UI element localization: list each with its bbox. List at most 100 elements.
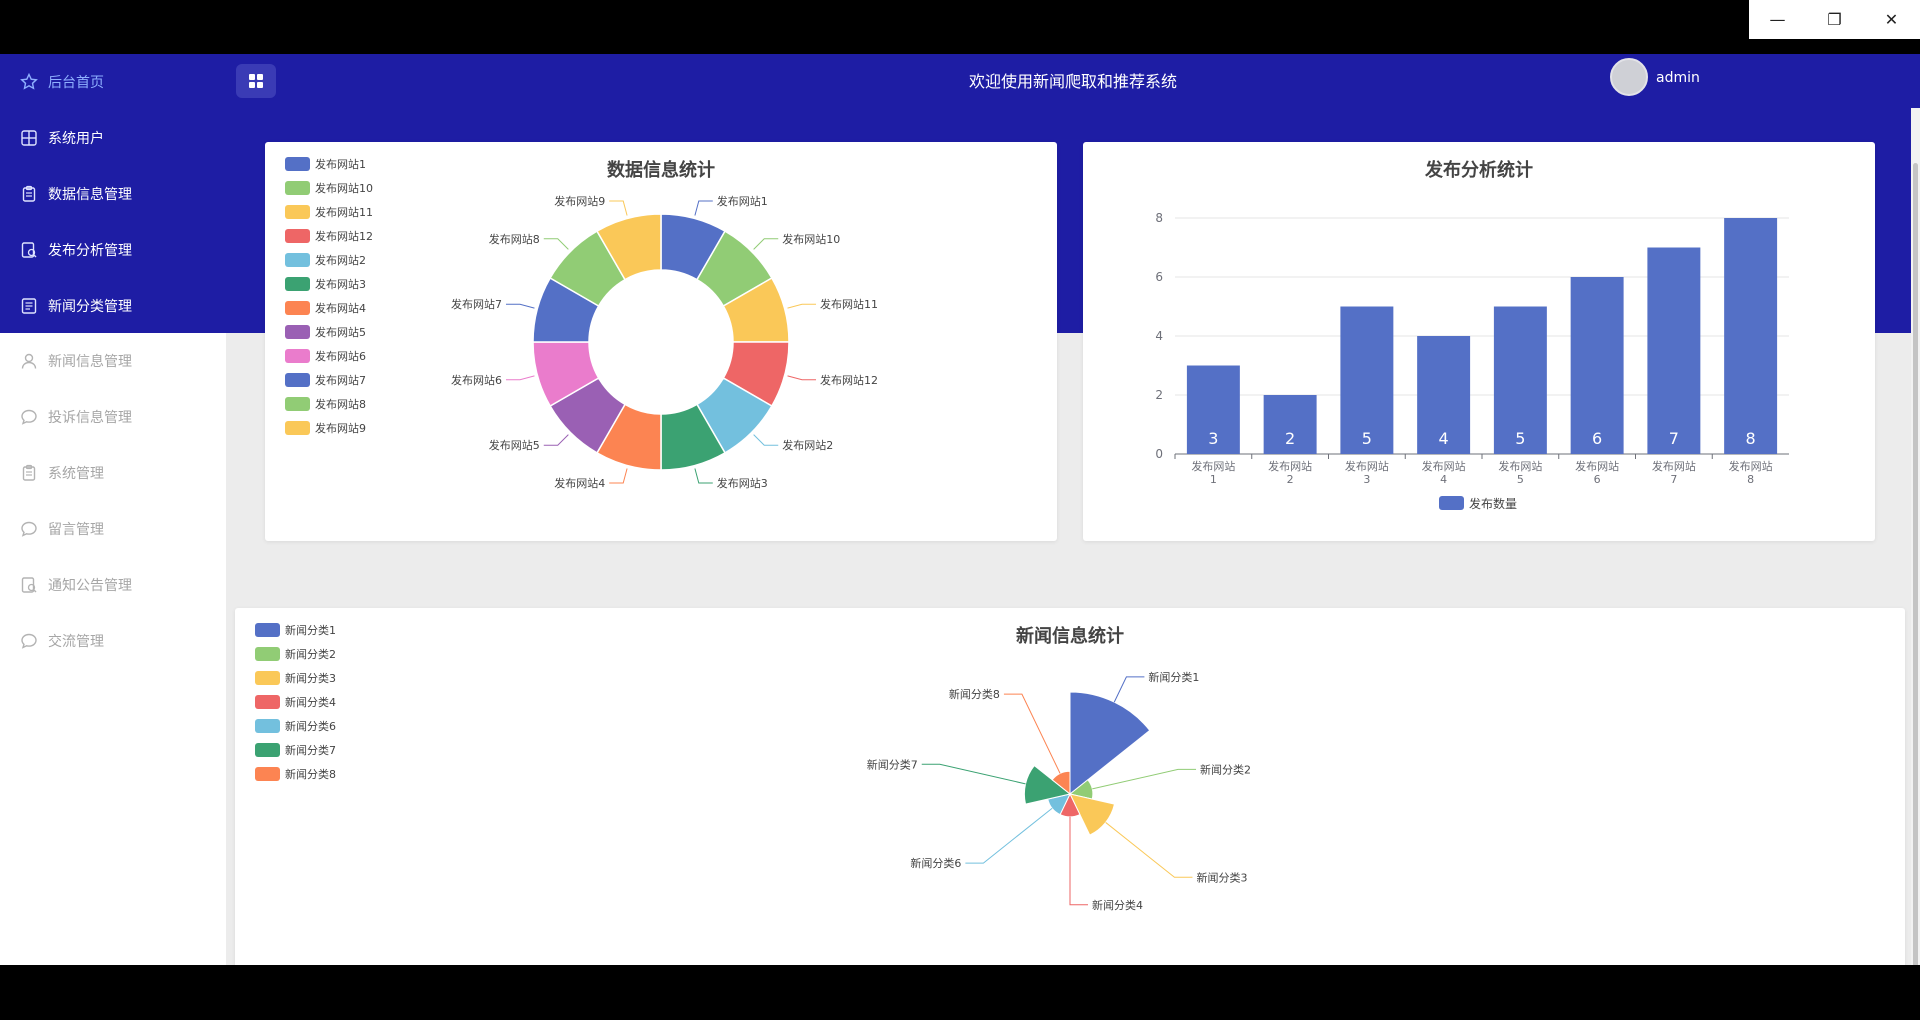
- slice-label: 发布网站3: [717, 476, 768, 490]
- slice-label: 新闻分类8: [949, 687, 1000, 701]
- screen-bottom-bar: [0, 965, 1920, 1020]
- sidebar-item-label: 新闻分类管理: [48, 299, 132, 315]
- sidebar-item-label: 投诉信息管理: [48, 410, 132, 426]
- sidebar-item-3[interactable]: 数据信息管理: [0, 166, 226, 222]
- clipboard-icon: [20, 185, 38, 203]
- slice-label: 发布网站8: [489, 232, 540, 246]
- chat-icon: [20, 408, 38, 426]
- slice-label: 发布网站1: [717, 194, 768, 208]
- label-leader-line: [1003, 693, 1061, 774]
- x-tick-label: 4: [1440, 473, 1447, 486]
- bar[interactable]: [1647, 247, 1701, 455]
- label-leader-line: [609, 200, 628, 216]
- x-tick-label: 发布网站: [1575, 459, 1619, 473]
- sidebar-item-label: 通知公告管理: [48, 578, 132, 594]
- app-root: 欢迎使用新闻爬取和推荐系统 admin 后台首页 系统用户 数据信息管理 发布分析管理…: [0, 54, 1920, 965]
- x-tick-label: 发布网站: [1729, 459, 1773, 473]
- label-leader-line: [921, 763, 1026, 785]
- sidebar-item-label: 系统用户: [48, 131, 104, 147]
- slice-label: 发布网站11: [820, 297, 878, 311]
- doc-search-icon: [20, 576, 38, 594]
- label-leader-line: [543, 238, 569, 250]
- sidebar: 后台首页系统用户数据信息管理 发布分析管理 新闻分类管理 新闻信息管理 投诉信息管理系…: [0, 54, 226, 965]
- slice-label: 发布网站4: [554, 476, 605, 490]
- bar-value-label: 8: [1746, 429, 1756, 448]
- window-controls: — ❐ ✕: [1749, 0, 1920, 39]
- slice-label: 新闻分类3: [1196, 870, 1247, 884]
- label-leader-line: [787, 375, 817, 381]
- bar[interactable]: [1570, 277, 1624, 454]
- sidebar-item-label: 数据信息管理: [48, 187, 132, 203]
- bar-value-label: 6: [1592, 429, 1602, 448]
- bar-value-label: 5: [1362, 429, 1372, 448]
- avatar[interactable]: [1610, 58, 1648, 96]
- donut-chart: 发布网站1 发布网站10 发布网站11 发布网站12 发布网站2 发布网站3 发布网站4 发布…: [451, 194, 878, 490]
- y-tick-label: 6: [1155, 270, 1163, 284]
- slice-label: 发布网站10: [782, 232, 840, 246]
- bar-value-label: 7: [1669, 429, 1679, 448]
- label-leader-line: [753, 238, 779, 250]
- x-tick-label: 6: [1594, 473, 1601, 486]
- x-tick-label: 发布网站: [1191, 459, 1235, 473]
- user-icon: [20, 352, 38, 370]
- x-tick-label: 3: [1363, 473, 1370, 486]
- label-leader-line: [505, 375, 535, 381]
- slice-label: 发布网站5: [489, 438, 540, 452]
- label-leader-line: [694, 200, 713, 216]
- username[interactable]: admin: [1656, 70, 1700, 86]
- label-leader-line: [1113, 676, 1145, 703]
- sidebar-item-2[interactable]: 系统用户: [0, 110, 226, 166]
- legend-label: 发布数量: [1469, 496, 1517, 511]
- sidebar-item-6[interactable]: 新闻信息管理: [0, 333, 226, 389]
- sidebar-item-11[interactable]: 交流管理: [0, 613, 226, 669]
- label-leader-line: [1105, 822, 1193, 878]
- y-tick-label: 4: [1155, 329, 1163, 343]
- minimize-icon[interactable]: —: [1749, 0, 1806, 39]
- legend-swatch[interactable]: [1439, 496, 1464, 510]
- x-tick-label: 发布网站: [1345, 459, 1389, 473]
- clipboard-icon: [20, 464, 38, 482]
- x-tick-label: 7: [1670, 473, 1677, 486]
- slice-label: 发布网站12: [820, 373, 878, 387]
- doc-list-icon: [20, 297, 38, 315]
- star-icon: [20, 73, 38, 91]
- card-news-stats: 新闻信息统计 新闻分类1 新闻分类2 新闻分类3 新闻分类4 新闻分类6 新闻分类7 新闻分…: [235, 608, 1905, 965]
- label-leader-line: [505, 303, 535, 309]
- sidebar-item-9[interactable]: 留言管理: [0, 501, 226, 557]
- sidebar-item-8[interactable]: 系统管理: [0, 445, 226, 501]
- sidebar-item-7[interactable]: 投诉信息管理: [0, 389, 226, 445]
- slice-label: 发布网站9: [554, 194, 605, 208]
- x-tick-label: 8: [1747, 473, 1754, 486]
- slice-label: 新闻分类4: [1092, 898, 1143, 912]
- sidebar-item-1[interactable]: 后台首页: [0, 54, 226, 110]
- slice-label: 新闻分类2: [1200, 762, 1251, 776]
- sidebar-top-menu: 后台首页系统用户数据信息管理 发布分析管理 新闻分类管理: [0, 54, 226, 333]
- sidebar-item-label: 新闻信息管理: [48, 354, 132, 370]
- restore-icon[interactable]: ❐: [1806, 0, 1863, 39]
- y-tick-label: 8: [1155, 211, 1163, 225]
- scrollbar-thumb[interactable]: [1913, 163, 1918, 965]
- slice-label: 新闻分类1: [1148, 670, 1199, 684]
- label-leader-line: [543, 434, 569, 446]
- sidebar-item-label: 后台首页: [48, 75, 104, 91]
- chat-icon: [20, 520, 38, 538]
- sidebar-item-label: 发布分析管理: [48, 243, 132, 259]
- label-leader-line: [1069, 816, 1088, 906]
- slice-label: 发布网站2: [782, 438, 833, 452]
- close-icon[interactable]: ✕: [1863, 0, 1920, 39]
- bar-value-label: 4: [1439, 429, 1449, 448]
- rose-chart: 新闻分类1 新闻分类2 新闻分类3 新闻分类4 新闻分类6 新闻分类7 新闻分类8: [867, 670, 1251, 912]
- x-tick-label: 2: [1287, 473, 1294, 486]
- card-data-info-stats: 数据信息统计 发布网站1 发布网站10 发布网站11 发布网站12 发布网站2 发布网站3…: [265, 142, 1057, 541]
- label-leader-line: [965, 807, 1053, 864]
- slice-label: 新闻分类7: [867, 757, 918, 771]
- sidebar-item-4[interactable]: 发布分析管理: [0, 222, 226, 278]
- sidebar-item-10[interactable]: 通知公告管理: [0, 557, 226, 613]
- x-tick-label: 发布网站: [1652, 459, 1696, 473]
- x-tick-label: 发布网站: [1498, 459, 1542, 473]
- grid-icon: [20, 129, 38, 147]
- x-tick-label: 发布网站: [1268, 459, 1312, 473]
- bar[interactable]: [1724, 218, 1778, 454]
- sidebar-item-5[interactable]: 新闻分类管理: [0, 278, 226, 334]
- scrollbar[interactable]: [1911, 108, 1920, 965]
